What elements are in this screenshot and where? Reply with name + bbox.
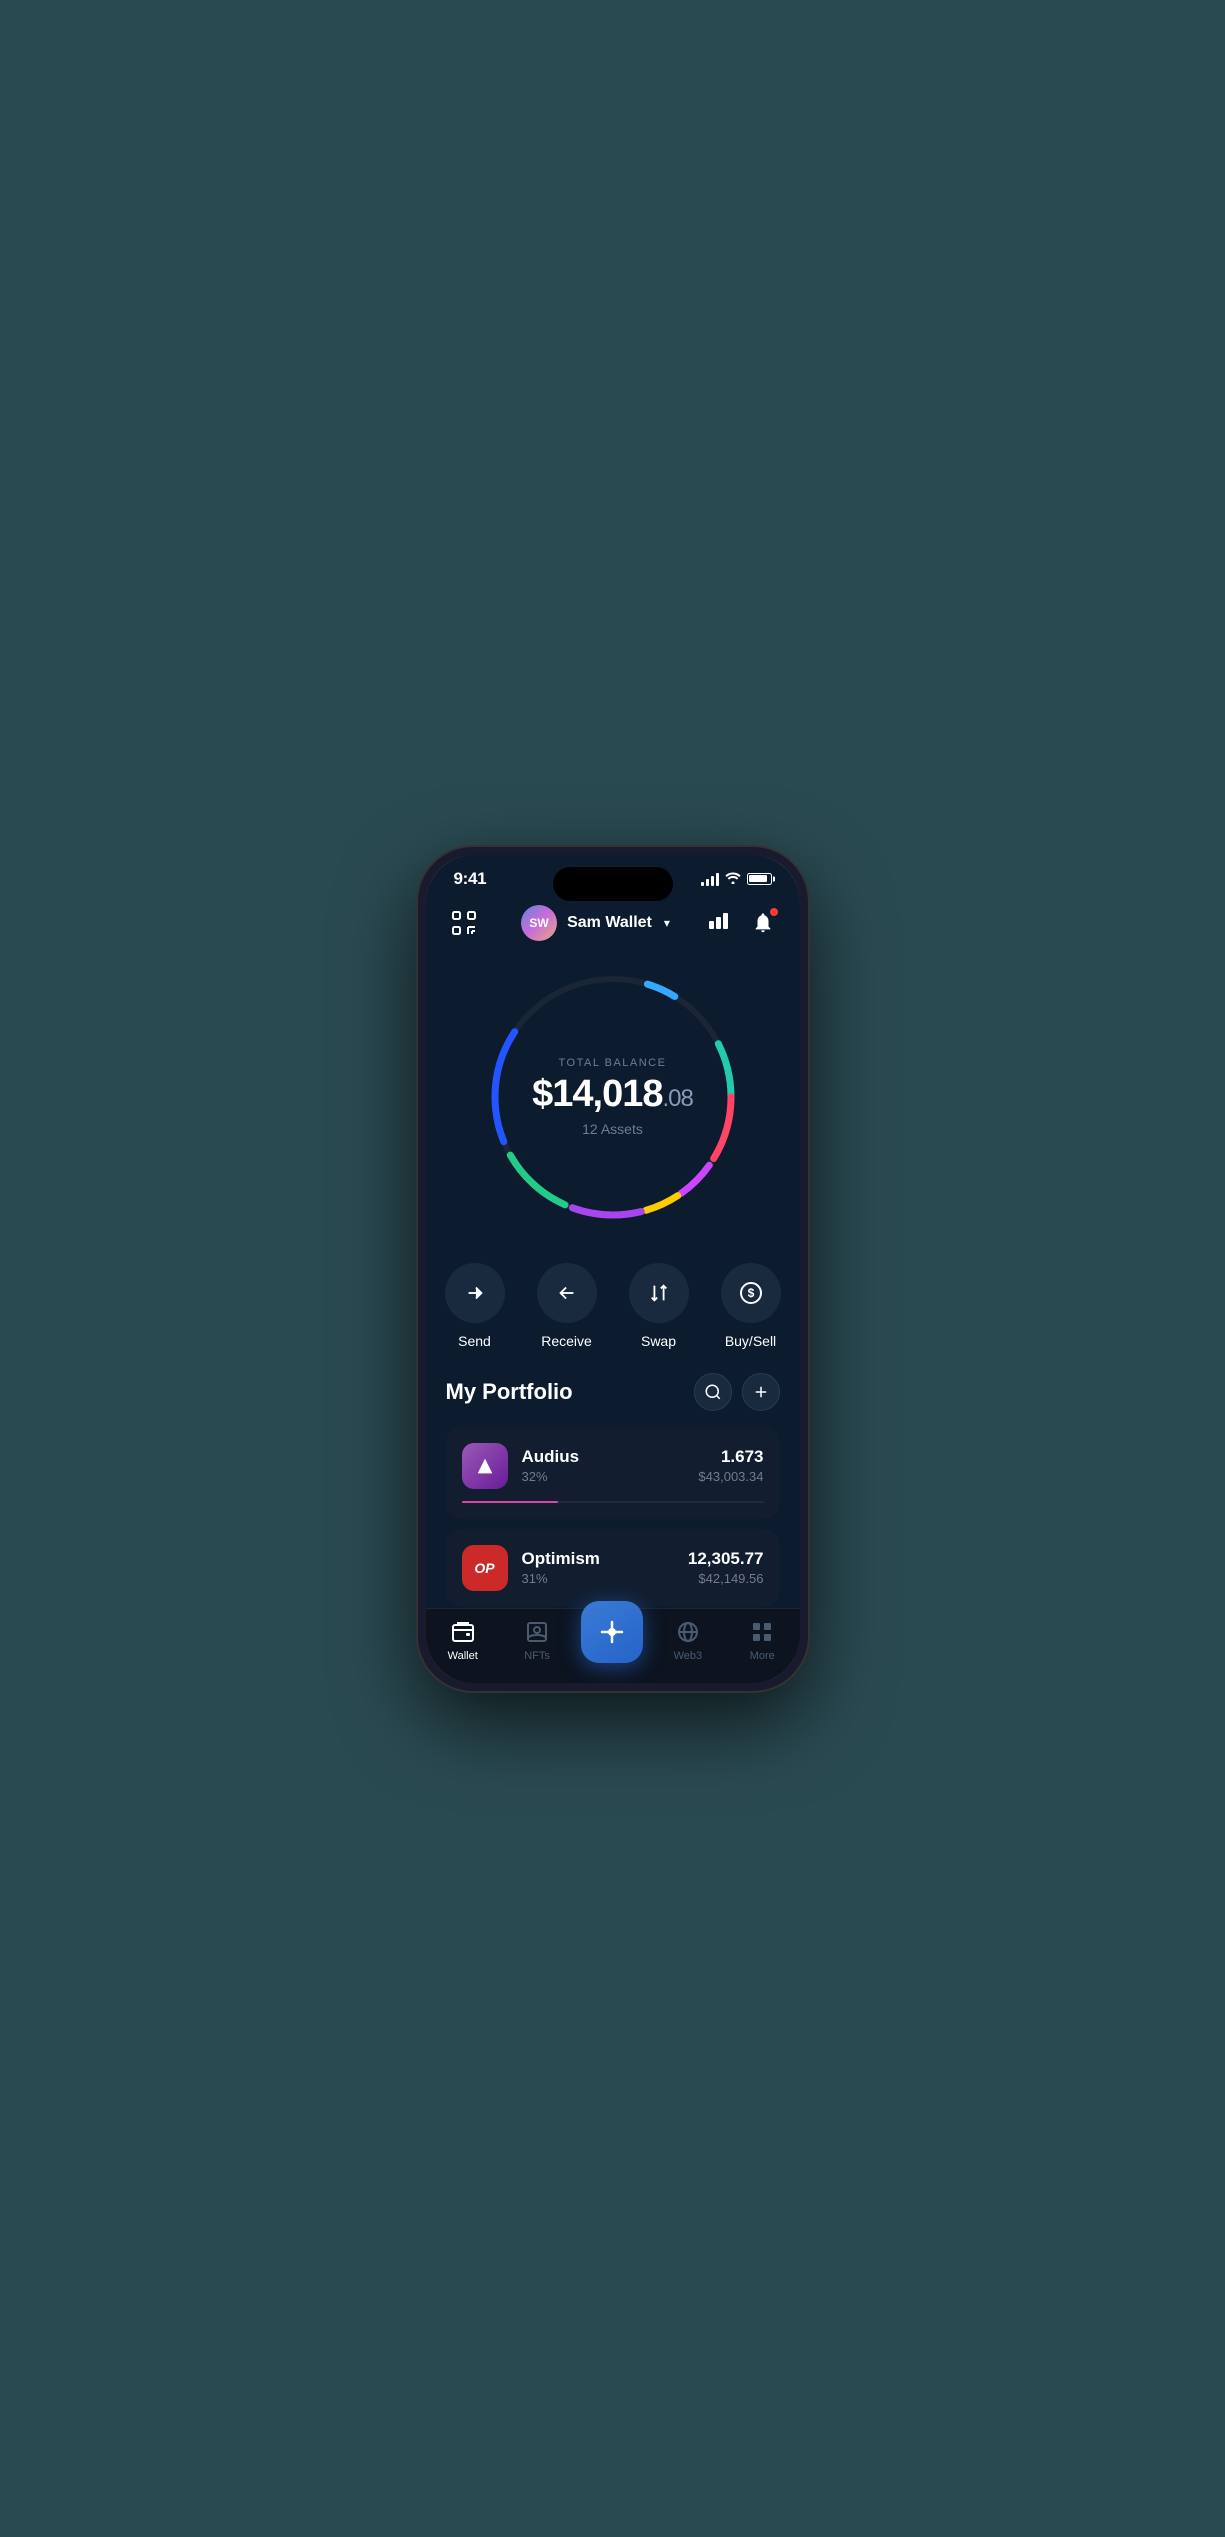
wifi-icon [725,871,741,887]
audius-info: Audius 32% [522,1447,685,1484]
audius-name: Audius [522,1447,685,1467]
receive-label: Receive [541,1333,592,1349]
buysell-button[interactable]: $ Buy/Sell [721,1263,781,1349]
asset-card-audius[interactable]: Audius 32% 1.673 $43,003.34 [446,1427,780,1519]
audius-progress-fill [462,1501,559,1503]
assets-count: 12 Assets [532,1121,693,1137]
wallet-selector[interactable]: SW Sam Wallet ▾ [521,905,670,941]
nav-nfts[interactable]: NFTs [507,1618,567,1662]
chart-icon[interactable] [709,911,731,935]
balance-info: TOTAL BALANCE $14,018.08 12 Assets [532,1057,693,1137]
more-nav-label: More [750,1650,775,1662]
portfolio-actions [694,1373,780,1411]
audius-amount: 1.673 [698,1447,763,1467]
portfolio-search-button[interactable] [694,1373,732,1411]
web3-nav-label: Web3 [674,1650,703,1662]
balance-circle: TOTAL BALANCE $14,018.08 12 Assets [483,967,743,1227]
optimism-info: Optimism 31% [522,1549,674,1586]
audius-progress-bar [462,1501,764,1503]
notification-button[interactable] [747,907,779,939]
action-buttons: Send Receive [426,1247,800,1373]
signal-icon [701,872,719,886]
header-actions [709,907,779,939]
scroll-content: 9:41 [426,855,800,1683]
nav-more[interactable]: More [732,1618,792,1662]
portfolio-header: My Portfolio [446,1373,780,1411]
phone-frame: 9:41 [418,847,808,1691]
scan-icon[interactable] [446,905,482,941]
swap-label: Swap [641,1333,676,1349]
swap-icon [629,1263,689,1323]
svg-text:$: $ [747,1286,754,1300]
nav-wallet[interactable]: Wallet [433,1618,493,1662]
buysell-icon: $ [721,1263,781,1323]
nav-web3[interactable]: Web3 [658,1618,718,1662]
optimism-amount: 12,305.77 [688,1549,764,1569]
dynamic-island [553,867,673,901]
notification-badge [769,907,779,917]
more-nav-icon [748,1618,776,1646]
nfts-nav-icon [523,1618,551,1646]
optimism-usd: $42,149.56 [688,1571,764,1586]
asset-card-optimism[interactable]: OP Optimism 31% 12,305.77 $42,149.56 [446,1529,780,1607]
balance-label: TOTAL BALANCE [532,1057,693,1069]
optimism-values: 12,305.77 $42,149.56 [688,1549,764,1586]
wallet-nav-label: Wallet [448,1650,478,1662]
bottom-nav: Wallet NFTs [426,1608,800,1683]
asset-row: OP Optimism 31% 12,305.77 $42,149.56 [462,1545,764,1591]
receive-button[interactable]: Receive [537,1263,597,1349]
audius-icon [462,1443,508,1489]
status-time: 9:41 [454,869,487,889]
receive-icon [537,1263,597,1323]
avatar: SW [521,905,557,941]
web3-nav-icon [674,1618,702,1646]
fab-button[interactable] [581,1601,643,1663]
audius-values: 1.673 $43,003.34 [698,1447,763,1484]
wallet-name: Sam Wallet [567,914,652,932]
send-label: Send [458,1333,491,1349]
swap-button[interactable]: Swap [629,1263,689,1349]
buysell-label: Buy/Sell [725,1333,776,1349]
optimism-icon: OP [462,1545,508,1591]
status-icons [701,871,772,887]
portfolio-title: My Portfolio [446,1379,573,1405]
optimism-name: Optimism [522,1549,674,1569]
wallet-nav-icon [449,1618,477,1646]
audius-percent: 32% [522,1469,685,1484]
chevron-down-icon: ▾ [664,916,670,930]
phone-inner: 9:41 [426,855,800,1683]
optimism-percent: 31% [522,1571,674,1586]
balance-cents: .08 [663,1085,693,1112]
header: SW Sam Wallet ▾ [426,897,800,957]
asset-row: Audius 32% 1.673 $43,003.34 [462,1443,764,1489]
balance-section: TOTAL BALANCE $14,018.08 12 Assets [426,957,800,1247]
battery-icon [747,873,772,885]
nfts-nav-label: NFTs [524,1650,550,1662]
audius-usd: $43,003.34 [698,1469,763,1484]
balance-amount: $14,018.08 [532,1075,693,1113]
portfolio-add-button[interactable] [742,1373,780,1411]
send-button[interactable]: Send [445,1263,505,1349]
send-icon [445,1263,505,1323]
